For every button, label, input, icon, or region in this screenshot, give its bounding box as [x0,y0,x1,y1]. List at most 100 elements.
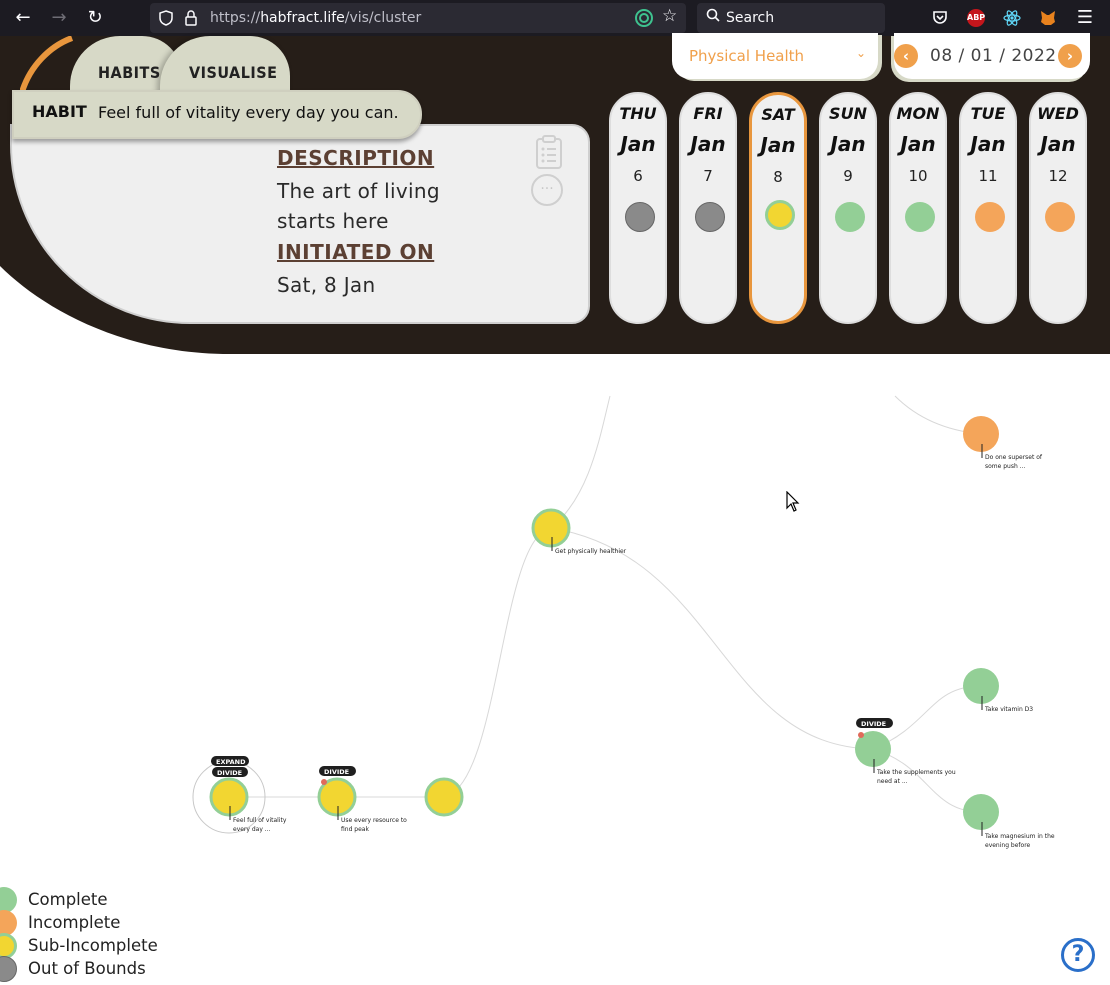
metamask-fox-icon[interactable] [1039,9,1057,27]
shield-icon[interactable] [159,10,173,30]
description-label: DESCRIPTION [277,146,435,170]
search-bar[interactable]: Search [697,3,885,33]
expand-tag-label: EXPAND [216,758,246,766]
legend-label: Sub-Incomplete [28,936,158,955]
tab-visualise-label: VISUALISE [189,63,278,82]
link-supplements-vitamin [872,685,982,750]
link-healthier-offscreen [550,395,611,529]
bookmark-star-icon[interactable]: ☆ [662,8,677,25]
node-magnesium-label-1: Take magnesium in the [984,833,1055,840]
day-number: 7 [703,167,713,185]
day-status-dot-out-of-bounds[interactable] [625,202,655,232]
node-magnesium[interactable] [963,794,999,830]
habit-tree-visualisation[interactable]: Feel full of vitality every day ... EXPA… [0,356,1110,896]
mouse-cursor-icon [786,491,800,512]
day-column-sun[interactable]: SUN Jan 9 [819,92,877,324]
day-column-mon[interactable]: MON Jan 10 [889,92,947,324]
back-icon[interactable]: ← [12,7,34,29]
day-number: 12 [1048,167,1068,185]
divide-tag-supplements-label: DIVIDE [861,720,886,728]
node-root-label-2: every day ... [233,826,271,833]
node-resource-label-1: Use every resource to [341,817,407,824]
url-bar[interactable]: https://habfract.life/vis/cluster ☆ [150,3,686,33]
day-month: Jan [760,133,796,157]
day-month: Jan [900,132,936,156]
legend-label: Complete [28,890,108,909]
day-status-dot-incomplete[interactable] [1045,202,1075,232]
habit-details-card: DESCRIPTION The art of living starts her… [10,124,590,324]
category-select-value: Physical Health [689,47,805,65]
day-status-dot-complete[interactable] [835,202,865,232]
tab-habits-label: HABITS [98,63,161,82]
link-healthier-supplements [550,527,874,750]
day-column-wed[interactable]: WED Jan 12 [1029,92,1087,324]
day-name: SAT [761,105,795,124]
reload-icon[interactable]: ↻ [84,7,106,29]
extension-target-icon[interactable] [635,9,653,31]
day-number: 10 [908,167,928,185]
habit-pill: HABIT Feel full of vitality every day yo… [12,90,422,139]
day-status-dot-out-of-bounds[interactable] [695,202,725,232]
react-devtools-icon[interactable] [1003,9,1021,27]
legend-label: Out of Bounds [28,959,146,978]
category-select[interactable]: Physical Health ⌄ [672,33,878,79]
day-name: SUN [829,104,867,123]
day-column-sat[interactable]: SAT Jan 8 [749,92,807,324]
node-root-label-1: Feel full of vitality [233,817,287,824]
day-month: Jan [970,132,1006,156]
initiated-label: INITIATED ON [277,240,435,264]
node-supplements-marker [858,732,864,738]
node-superset-label-2: some push ... [985,463,1026,470]
menu-icon[interactable]: ☰ [1074,7,1096,29]
habit-label: HABIT [32,102,87,121]
date-navigator: ‹ 08 / 01 / 2022 › [894,33,1090,79]
day-month: Jan [1040,132,1076,156]
current-date[interactable]: 08 / 01 / 2022 [930,46,1057,66]
node-vitamin[interactable] [963,668,999,704]
more-options-icon[interactable]: ··· [531,174,563,206]
node-root[interactable] [209,777,249,817]
divide-tag-root-label: DIVIDE [217,769,242,777]
node-superset[interactable] [963,416,999,452]
day-name: MON [896,104,940,123]
legend-label: Incomplete [28,913,121,932]
node-healthier[interactable] [531,508,571,548]
initiated-date: Sat, 8 Jan [277,273,376,297]
legend-item-complete: Complete [0,886,200,913]
node-magnesium-label-2: evening before [985,842,1031,849]
day-column-thu[interactable]: THU Jan 6 [609,92,667,324]
lock-icon[interactable] [185,10,197,30]
help-button[interactable]: ? [1061,938,1095,972]
previous-date-button[interactable]: ‹ [894,44,918,68]
day-month: Jan [690,132,726,156]
habit-name: Feel full of vitality every day you can. [98,103,399,122]
day-status-dot-incomplete[interactable] [975,202,1005,232]
chevron-down-icon: ⌄ [856,46,867,60]
day-month: Jan [620,132,656,156]
day-name: WED [1037,104,1079,123]
day-column-tue[interactable]: TUE Jan 11 [959,92,1017,324]
legend-item-sub-incomplete: Sub-Incomplete [0,932,200,959]
node-supplements-label-1: Take the supplements you [876,769,956,776]
clipboard-icon[interactable] [534,134,564,170]
day-column-fri[interactable]: FRI Jan 7 [679,92,737,324]
pocket-icon[interactable] [931,9,949,27]
description-text: The art of living starts here [277,179,440,233]
adblock-icon[interactable]: ABP [967,9,985,27]
link-node-healthier [443,527,552,798]
legend-item-incomplete: Incomplete [0,909,200,936]
next-date-button[interactable]: › [1058,44,1082,68]
orange-accent-arc [20,36,74,93]
legend-item-out-of-bounds: Out of Bounds [0,955,200,982]
node-resource-marker [321,779,327,785]
day-number: 11 [978,167,998,185]
node-intermediate[interactable] [424,777,464,817]
day-status-dot-complete[interactable] [905,202,935,232]
forward-icon[interactable]: → [48,7,70,29]
day-number: 8 [773,168,783,186]
day-name: THU [619,104,657,123]
day-status-dot-sub-incomplete[interactable] [765,200,795,230]
day-name: FRI [693,104,723,123]
divide-tag-resource-label: DIVIDE [324,768,349,776]
node-supplements-label-2: need at ... [877,778,908,785]
